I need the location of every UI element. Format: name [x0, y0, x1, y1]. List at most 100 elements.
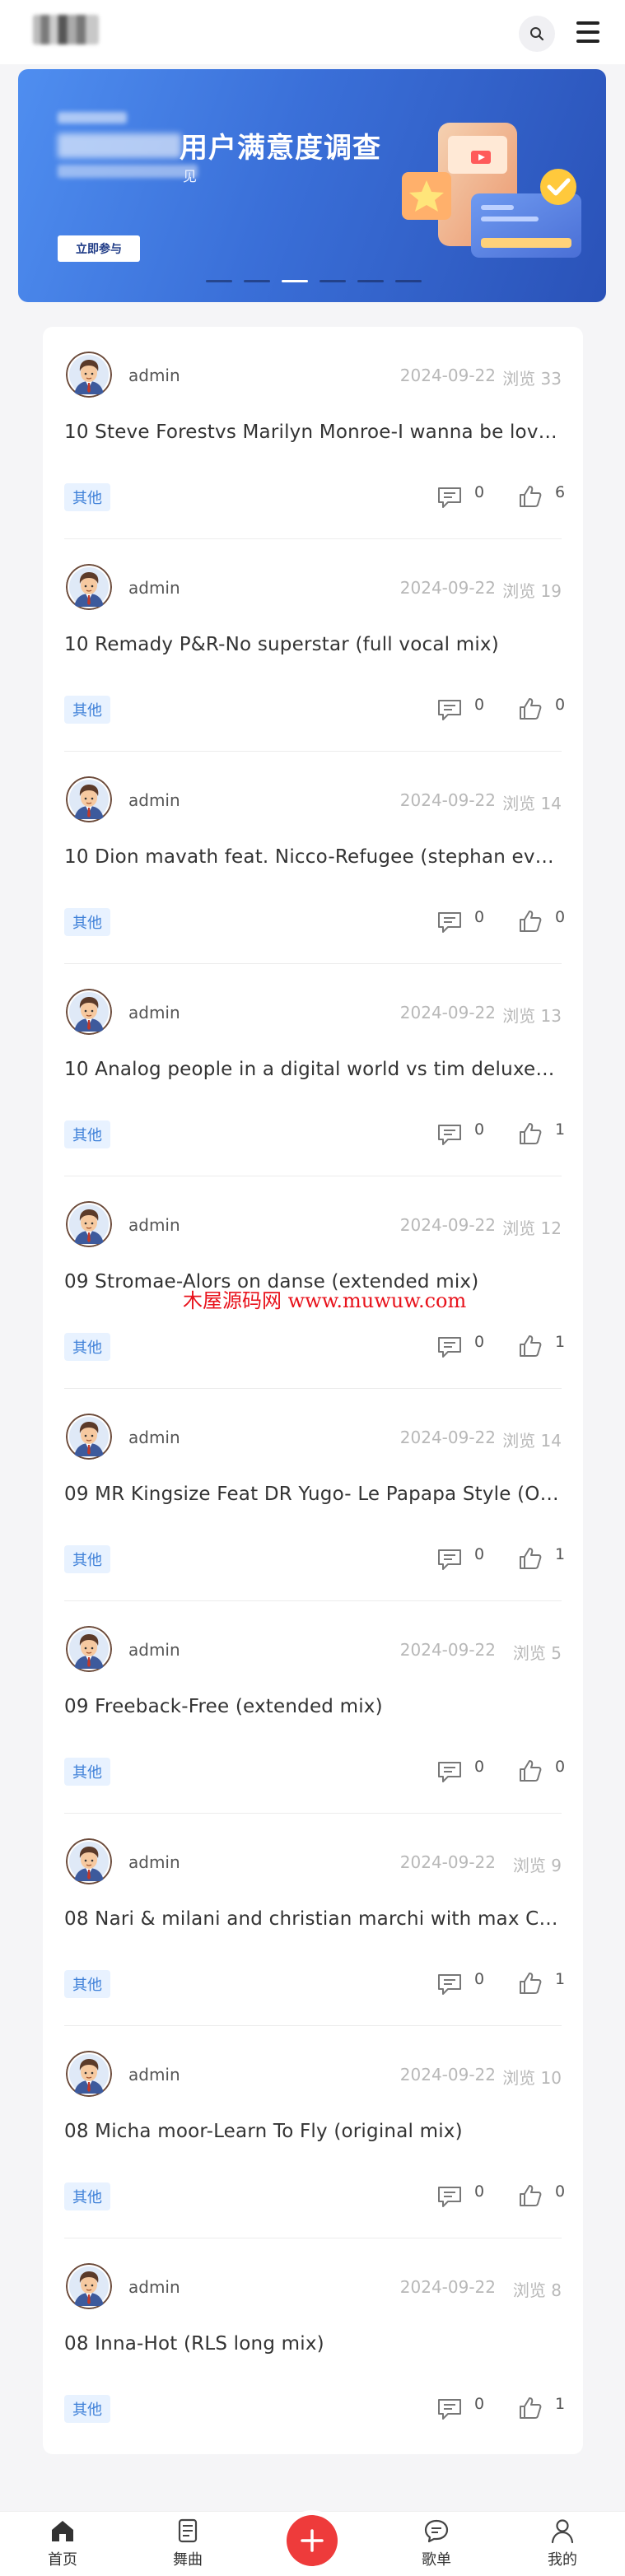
avatar[interactable]: [66, 1838, 112, 1884]
like-count: 1: [555, 1333, 566, 1351]
avatar[interactable]: [66, 2263, 112, 2309]
post-category-tag[interactable]: 其他: [64, 1970, 110, 1998]
comment-icon[interactable]: [436, 1972, 463, 1996]
post-category-tag[interactable]: 其他: [64, 2395, 110, 2423]
pagination-dot-active[interactable]: [282, 280, 308, 282]
post-category-tag[interactable]: 其他: [64, 483, 110, 511]
post-item[interactable]: admin 2024-09-22 浏览 33 10 Steve Forestvs…: [64, 327, 565, 539]
pagination-dot[interactable]: [319, 280, 346, 282]
pagination-dot[interactable]: [244, 280, 270, 282]
avatar[interactable]: [66, 776, 112, 822]
post-item[interactable]: admin 2024-09-22 浏览 12 09 Stromae-Alors …: [64, 1176, 566, 1389]
post-category-tag[interactable]: 其他: [64, 696, 110, 724]
avatar[interactable]: [66, 564, 112, 610]
post-item[interactable]: admin 2024-09-22 浏览 10 08 Micha moor-Lea…: [64, 2026, 565, 2238]
banner-cta-button[interactable]: 立即参与: [58, 235, 140, 262]
post-author[interactable]: admin: [128, 1215, 180, 1235]
menu-button[interactable]: [576, 21, 599, 43]
nav-home-label: 首页: [48, 2551, 77, 2569]
post-title[interactable]: 08 Nari & milani and christian marchi wi…: [64, 1908, 562, 1930]
nav-mine[interactable]: 我的: [521, 2517, 604, 2574]
nav-playlist[interactable]: 歌单: [395, 2517, 478, 2574]
post-date: 2024-09-22: [399, 578, 496, 598]
comment-icon[interactable]: [436, 2397, 463, 2421]
avatar[interactable]: [66, 989, 112, 1035]
site-logo[interactable]: [33, 15, 99, 44]
post-item[interactable]: admin 2024-09-22 浏览 14 09 MR Kingsize Fe…: [64, 1389, 566, 1601]
post-title[interactable]: 10 Steve Forestvs Marilyn Monroe-I wanna…: [64, 422, 562, 443]
post-date: 2024-09-22: [399, 1003, 496, 1022]
add-button[interactable]: [287, 2515, 338, 2566]
like-count: 1: [555, 1545, 566, 1563]
post-author[interactable]: admin: [128, 1640, 180, 1660]
thumbs-up-icon[interactable]: [517, 1545, 543, 1572]
pagination-dot[interactable]: [357, 280, 384, 282]
post-category-tag[interactable]: 其他: [64, 1333, 110, 1361]
thumbs-up-icon[interactable]: [517, 2395, 543, 2421]
comment-icon[interactable]: [436, 910, 463, 934]
comment-icon[interactable]: [436, 1335, 463, 1359]
post-category-tag[interactable]: 其他: [64, 908, 110, 936]
thumbs-up-icon[interactable]: [517, 1758, 543, 1784]
post-title[interactable]: 08 Micha moor-Learn To Fly (original mix…: [64, 2121, 562, 2142]
avatar[interactable]: [66, 1201, 112, 1247]
promo-banner[interactable]: 用户满意度调查 见 立即参与: [18, 69, 606, 302]
thumbs-up-icon[interactable]: [517, 1120, 543, 1147]
avatar[interactable]: [66, 1414, 112, 1460]
post-title[interactable]: 10 Analog people in a digital world vs t…: [64, 1059, 562, 1080]
menu-icon-bar: [576, 40, 599, 43]
thumbs-up-icon[interactable]: [517, 908, 543, 934]
comment-icon[interactable]: [436, 485, 463, 510]
pagination-dot[interactable]: [206, 280, 232, 282]
post-author[interactable]: admin: [128, 2065, 180, 2085]
post-author[interactable]: admin: [128, 1852, 180, 1872]
post-category-tag[interactable]: 其他: [64, 2182, 110, 2210]
post-title[interactable]: 09 Freeback-Free (extended mix): [64, 1696, 562, 1717]
avatar-icon: [66, 564, 112, 610]
post-title[interactable]: 09 MR Kingsize Feat DR Yugo- Le Papapa S…: [64, 1484, 562, 1505]
post-author[interactable]: admin: [128, 1003, 180, 1022]
post-item[interactable]: admin 2024-09-22 浏览 14 10 Dion mavath fe…: [64, 752, 565, 964]
post-category-tag[interactable]: 其他: [64, 1120, 110, 1148]
avatar[interactable]: [66, 1626, 112, 1672]
post-item[interactable]: admin 2024-09-22 浏览 9 08 Nari & milani a…: [64, 1814, 565, 2026]
post-title[interactable]: 08 Inna-Hot (RLS long mix): [64, 2333, 562, 2355]
post-item[interactable]: admin 2024-09-22 浏览 5 09 Freeback-Free (…: [64, 1601, 565, 1814]
comment-icon[interactable]: [436, 1759, 463, 1784]
avatar[interactable]: [66, 352, 112, 398]
post-author[interactable]: admin: [128, 578, 180, 598]
survey-illustration-icon: [402, 123, 581, 258]
comment-icon[interactable]: [436, 697, 463, 722]
avatar[interactable]: [66, 2051, 112, 2097]
banner-pagination: [206, 280, 422, 282]
thumbs-up-icon[interactable]: [517, 483, 543, 510]
post-author[interactable]: admin: [128, 790, 180, 810]
thumbs-up-icon[interactable]: [517, 1333, 543, 1359]
comment-icon[interactable]: [436, 2184, 463, 2209]
comment-icon[interactable]: [436, 1547, 463, 1572]
post-item[interactable]: admin 2024-09-22 浏览 13 10 Analog people …: [64, 964, 565, 1176]
comment-icon[interactable]: [436, 1122, 463, 1147]
nav-dance[interactable]: 舞曲: [147, 2517, 229, 2574]
post-category-tag[interactable]: 其他: [64, 1545, 110, 1573]
thumbs-up-icon[interactable]: [517, 696, 543, 722]
post-item[interactable]: admin 2024-09-22 浏览 8 08 Inna-Hot (RLS l…: [64, 2238, 565, 2451]
post-title[interactable]: 10 Remady P&R-No superstar (full vocal m…: [64, 634, 562, 655]
watermark-text: 木屋源码网 www.muwuw.com: [183, 1289, 467, 1312]
menu-icon-bar: [576, 30, 599, 34]
post-author[interactable]: admin: [128, 2277, 180, 2297]
post-title[interactable]: 10 Dion mavath feat. Nicco-Refugee (step…: [64, 846, 562, 868]
thumbs-up-icon[interactable]: [517, 1970, 543, 1996]
post-author[interactable]: admin: [128, 366, 180, 385]
post-item[interactable]: admin 2024-09-22 浏览 19 10 Remady P&R-No …: [64, 539, 565, 752]
thumbs-up-icon[interactable]: [517, 2182, 543, 2209]
search-button[interactable]: [519, 16, 555, 52]
post-category-tag[interactable]: 其他: [64, 1758, 110, 1786]
post-date: 2024-09-22: [399, 366, 496, 385]
nav-home[interactable]: 首页: [21, 2517, 104, 2574]
chat-bubble-icon: [424, 2519, 449, 2543]
comment-count: 0: [474, 1120, 485, 1139]
pagination-dot[interactable]: [395, 280, 422, 282]
post-author[interactable]: admin: [128, 1428, 180, 1447]
comment-count: 0: [474, 1970, 485, 1988]
